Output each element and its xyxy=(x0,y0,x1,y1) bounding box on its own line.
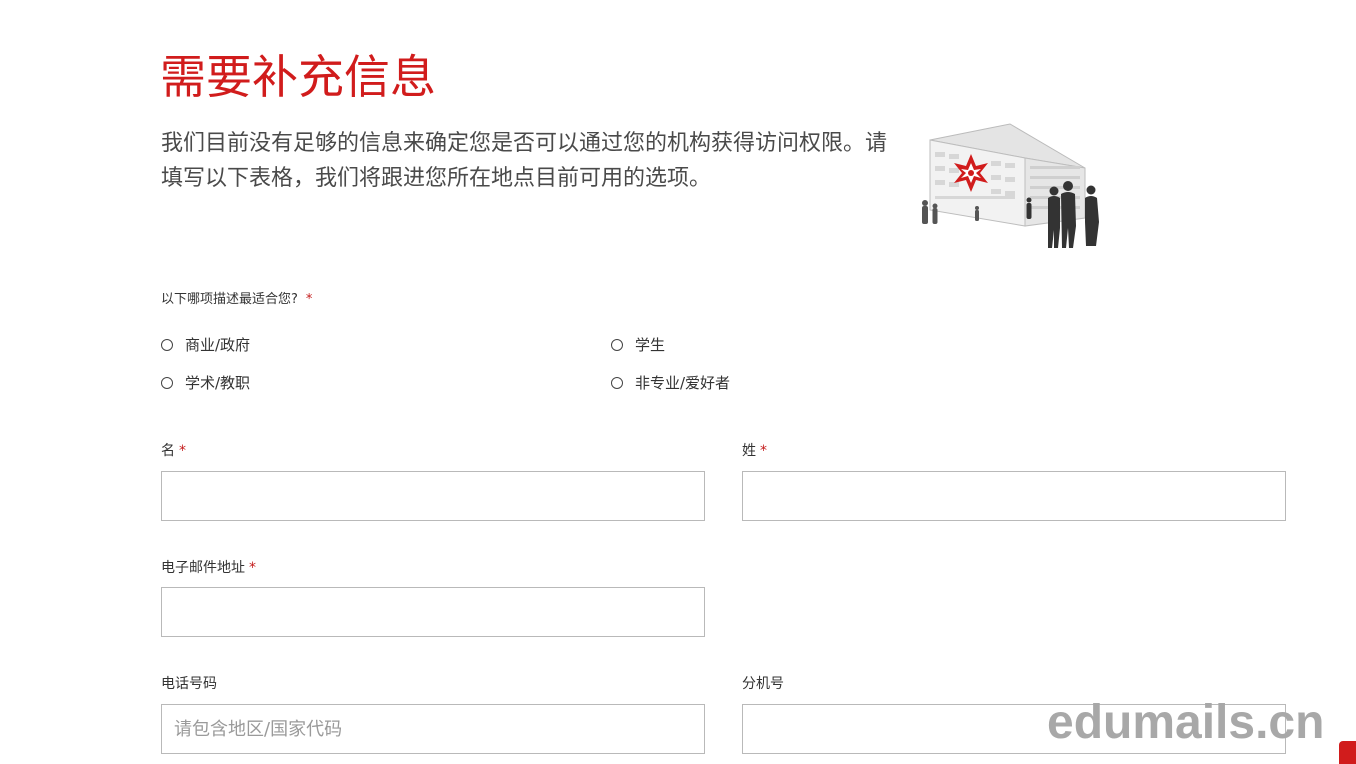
radio-option-student[interactable]: 学生 xyxy=(611,334,665,355)
extension-label-text: 分机号 xyxy=(742,676,784,692)
first-name-label-text: 名 xyxy=(161,443,175,459)
radio-option-academic[interactable]: 学术/教职 xyxy=(161,372,250,393)
required-mark: * xyxy=(179,443,186,459)
building-illustration xyxy=(922,123,1099,248)
question-label: 以下哪项描述最适合您? * xyxy=(161,288,312,307)
watermark: edumails.cn xyxy=(1047,696,1325,749)
question-text: 以下哪项描述最适合您? xyxy=(161,292,298,307)
page-title: 需要补充信息 xyxy=(160,50,436,104)
last-name-label-text: 姓 xyxy=(742,443,756,459)
first-name-input[interactable] xyxy=(161,471,705,521)
phone-label-text: 电话号码 xyxy=(161,676,217,692)
required-mark: * xyxy=(249,560,256,576)
email-input[interactable] xyxy=(161,587,705,637)
last-name-input[interactable] xyxy=(742,471,1286,521)
radio-icon[interactable] xyxy=(611,376,623,389)
radio-icon[interactable] xyxy=(161,338,173,351)
first-name-label: 名 * xyxy=(161,440,186,460)
radio-icon[interactable] xyxy=(161,376,173,389)
email-label: 电子邮件地址 * xyxy=(161,557,256,577)
radio-option-hobbyist[interactable]: 非专业/爱好者 xyxy=(611,372,730,393)
radio-label: 非专业/爱好者 xyxy=(635,374,731,392)
radio-label: 学生 xyxy=(635,336,666,354)
radio-label: 学术/教职 xyxy=(185,374,251,392)
phone-input[interactable] xyxy=(161,704,705,754)
radio-icon[interactable] xyxy=(611,338,623,351)
required-mark: * xyxy=(305,292,313,307)
extension-label: 分机号 xyxy=(742,673,784,693)
intro-text: 我们目前没有足够的信息来确定您是否可以通过您的机构获得访问权限。请填写以下表格，… xyxy=(161,131,888,191)
last-name-label: 姓 * xyxy=(742,440,767,460)
feedback-tab[interactable] xyxy=(1339,741,1356,764)
radio-option-business[interactable]: 商业/政府 xyxy=(161,334,250,355)
required-mark: * xyxy=(760,443,767,459)
radio-label: 商业/政府 xyxy=(185,336,251,354)
phone-label: 电话号码 xyxy=(161,673,217,693)
email-label-text: 电子邮件地址 xyxy=(161,560,245,576)
